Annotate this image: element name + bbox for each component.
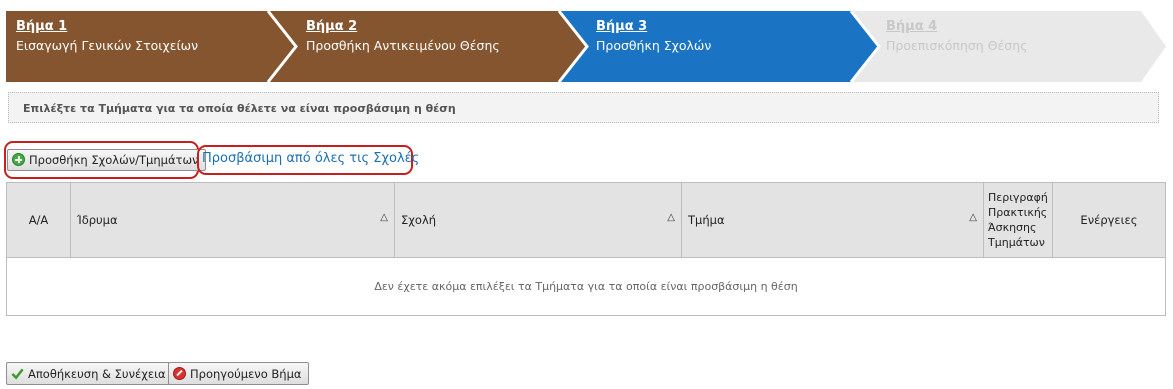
- step-3-subtitle: Προσθήκη Σχολών: [596, 38, 712, 53]
- step-2-subtitle: Προσθήκη Αντικειμένου Θέσης: [306, 38, 500, 53]
- col-department[interactable]: Τμήμα △: [681, 182, 984, 258]
- step-1-subtitle: Εισαγωγή Γενικών Στοιχείων: [16, 38, 199, 53]
- step-4-title: Βήμα 4: [886, 19, 938, 34]
- col-index: Α/Α: [6, 182, 71, 258]
- checkmark-icon: [11, 368, 24, 379]
- schools-table: Α/Α Ίδρυμα △ Σχολή △ Τμήμα △ Περιγραφή Π…: [6, 182, 1167, 316]
- empty-row: Δεν έχετε ακόμα επιλέξει τα Τμήματα για …: [6, 257, 1166, 316]
- step-4-subtitle: Προεπισκόπηση Θέσης: [886, 38, 1028, 53]
- sort-triangle-icon[interactable]: △: [969, 212, 977, 223]
- col-school[interactable]: Σχολή △: [394, 182, 682, 258]
- col-school-label: Σχολή: [401, 213, 437, 227]
- cancel-icon: [173, 366, 186, 380]
- step-2-title: Βήμα 2: [306, 19, 358, 34]
- previous-step-label: Προηγούμενο Βήμα: [190, 366, 302, 381]
- sort-triangle-icon[interactable]: △: [667, 212, 675, 223]
- save-continue-label: Αποθήκευση & Συνέχεια: [28, 366, 166, 381]
- col-actions-label: Ενέργειες: [1080, 213, 1138, 227]
- col-index-label: Α/Α: [28, 213, 49, 227]
- previous-step-button[interactable]: Προηγούμενο Βήμα: [168, 362, 309, 385]
- step-4: Βήμα 4 Προεπισκόπηση Θέσης: [886, 18, 1027, 55]
- col-institution[interactable]: Ίδρυμα △: [70, 182, 395, 258]
- col-department-label: Τμήμα: [688, 213, 725, 227]
- step-3[interactable]: Βήμα 3 Προσθήκη Σχολών: [596, 18, 711, 55]
- all-schools-link[interactable]: Προσβάσιμη από όλες τις Σχολές: [202, 151, 419, 166]
- step-1-title: Βήμα 1: [16, 19, 68, 34]
- step-3-title: Βήμα 3: [596, 19, 648, 34]
- wizard-steps: Βήμα 1 Εισαγωγή Γενικών Στοιχείων Βήμα 2…: [6, 11, 1166, 82]
- add-schools-button[interactable]: Προσθήκη Σχολών/Τμημάτων: [7, 149, 206, 171]
- save-continue-button[interactable]: Αποθήκευση & Συνέχεια: [6, 362, 173, 385]
- add-icon: [12, 153, 25, 166]
- sort-triangle-icon[interactable]: △: [380, 212, 388, 223]
- instruction-bar: Επιλέξτε τα Τμήματα για τα οποία θέλετε …: [8, 92, 1159, 123]
- step-2[interactable]: Βήμα 2 Προσθήκη Αντικειμένου Θέσης: [306, 18, 500, 55]
- col-actions: Ενέργειες: [1051, 182, 1167, 258]
- empty-message: Δεν έχετε ακόμα επιλέξει τα Τμήματα για …: [6, 257, 1166, 316]
- col-description-label: Περιγραφή Πρακτικής Άσκησης Τμημάτων: [988, 191, 1048, 249]
- step-1[interactable]: Βήμα 1 Εισαγωγή Γενικών Στοιχείων: [16, 18, 198, 55]
- table-header-row: Α/Α Ίδρυμα △ Σχολή △ Τμήμα △ Περιγραφή Π…: [6, 182, 1167, 258]
- col-description: Περιγραφή Πρακτικής Άσκησης Τμημάτων: [983, 182, 1053, 258]
- add-schools-label: Προσθήκη Σχολών/Τμημάτων: [29, 153, 199, 167]
- col-institution-label: Ίδρυμα: [77, 213, 118, 227]
